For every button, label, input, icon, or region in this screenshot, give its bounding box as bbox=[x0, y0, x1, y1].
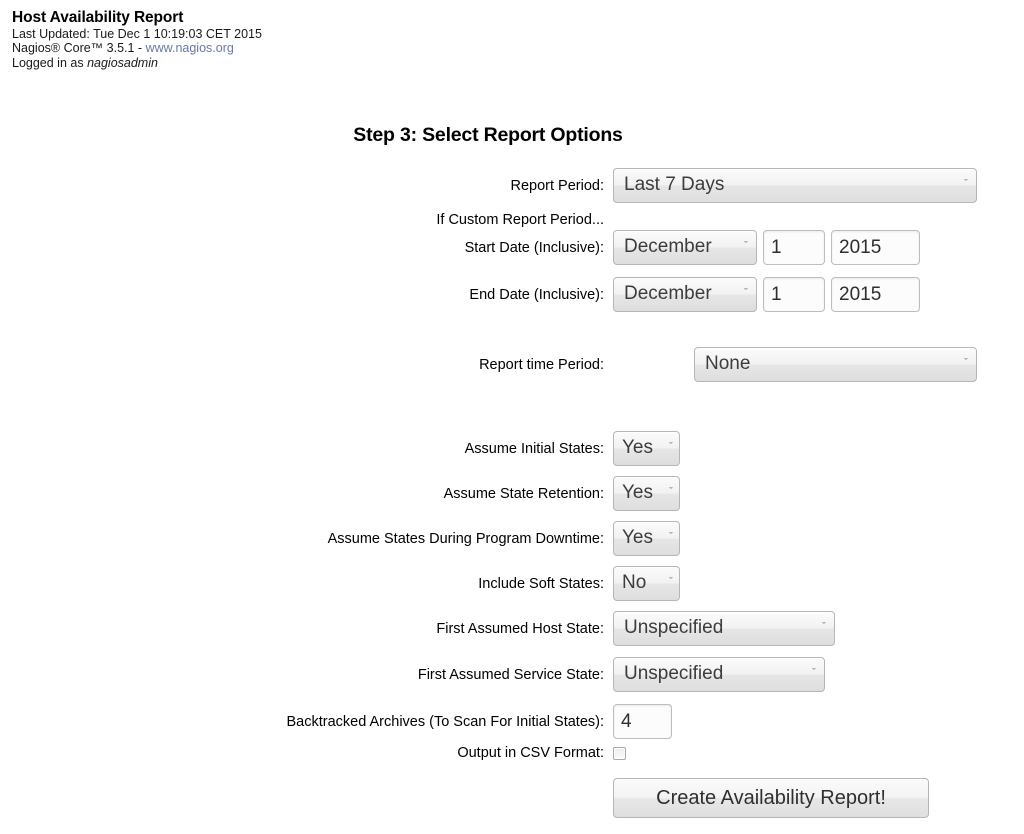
end-date-month-value: December bbox=[624, 284, 712, 304]
report-period-select[interactable]: Last 7 Days ˇ bbox=[613, 168, 977, 203]
end-date-label: End Date (Inclusive): bbox=[469, 286, 604, 303]
report-time-period-label: Report time Period: bbox=[479, 356, 604, 373]
chevron-down-icon: ˇ bbox=[812, 667, 816, 679]
report-time-period-control: None ˇ bbox=[604, 347, 977, 382]
assume-states-during-downtime-select[interactable]: Yes ˇ bbox=[613, 521, 680, 556]
row-custom-period-note: If Custom Report Period... bbox=[0, 212, 1024, 228]
report-options-form: Report Period: Last 7 Days ˇ If Custom R… bbox=[0, 168, 1024, 818]
logged-in-label: Logged in as bbox=[12, 55, 88, 70]
create-availability-report-button[interactable]: Create Availability Report! bbox=[613, 778, 929, 818]
row-first-assumed-service-state: First Assumed Service State: Unspecified… bbox=[0, 657, 1024, 692]
assume-states-during-downtime-value: Yes bbox=[622, 528, 653, 548]
first-assumed-service-state-select[interactable]: Unspecified ˇ bbox=[613, 657, 825, 692]
custom-period-note: If Custom Report Period... bbox=[436, 212, 604, 228]
output-csv-control bbox=[604, 746, 626, 760]
chevron-down-icon: ˇ bbox=[669, 441, 673, 453]
end-date-control: December ˇ bbox=[604, 277, 920, 312]
product-version-text: Nagios® Core™ 3.5.1 - bbox=[12, 41, 146, 56]
logged-in-username: nagiosadmin bbox=[87, 55, 158, 70]
row-start-date: Start Date (Inclusive): December ˇ bbox=[0, 230, 1024, 265]
last-updated-text: Last Updated: Tue Dec 1 10:19:03 CET 201… bbox=[12, 27, 262, 41]
row-first-assumed-host-state: First Assumed Host State: Unspecified ˇ bbox=[0, 611, 1024, 646]
step-title: Step 3: Select Report Options bbox=[353, 124, 623, 146]
assume-state-retention-control: Yes ˇ bbox=[604, 476, 680, 511]
chevron-down-icon: ˇ bbox=[822, 621, 826, 633]
backtracked-archives-label: Backtracked Archives (To Scan For Initia… bbox=[286, 713, 604, 730]
page-title: Host Availability Report bbox=[12, 9, 184, 26]
row-submit: Create Availability Report! bbox=[0, 778, 1024, 818]
report-time-period-value: None bbox=[705, 354, 751, 374]
start-date-month-select[interactable]: December ˇ bbox=[613, 230, 757, 265]
row-include-soft-states: Include Soft States: No ˇ bbox=[0, 566, 1024, 601]
first-assumed-host-state-control: Unspecified ˇ bbox=[604, 611, 835, 646]
start-date-month-value: December bbox=[624, 237, 712, 257]
chevron-down-icon: ˇ bbox=[669, 576, 673, 588]
output-csv-label: Output in CSV Format: bbox=[457, 745, 604, 761]
report-time-period-select[interactable]: None ˇ bbox=[694, 347, 977, 382]
end-date-day-input[interactable] bbox=[763, 277, 825, 312]
include-soft-states-value: No bbox=[622, 573, 647, 593]
report-header: Host Availability Report Last Updated: T… bbox=[12, 9, 262, 70]
row-assume-states-during-downtime: Assume States During Program Downtime: Y… bbox=[0, 521, 1024, 556]
assume-states-during-downtime-control: Yes ˇ bbox=[604, 521, 680, 556]
assume-state-retention-select[interactable]: Yes ˇ bbox=[613, 476, 680, 511]
report-period-label: Report Period: bbox=[510, 177, 605, 194]
row-assume-initial-states: Assume Initial States: Yes ˇ bbox=[0, 431, 1024, 466]
end-date-year-input[interactable] bbox=[831, 277, 920, 312]
first-assumed-service-state-control: Unspecified ˇ bbox=[604, 657, 825, 692]
include-soft-states-label: Include Soft States: bbox=[478, 575, 604, 592]
assume-states-during-downtime-label: Assume States During Program Downtime: bbox=[327, 530, 604, 547]
output-csv-checkbox[interactable] bbox=[613, 746, 626, 760]
nagios-website-link[interactable]: www.nagios.org bbox=[146, 41, 234, 55]
row-report-time-period: Report time Period: None ˇ bbox=[0, 347, 1024, 382]
row-output-csv: Output in CSV Format: bbox=[0, 745, 1024, 761]
chevron-down-icon: ˇ bbox=[744, 240, 748, 252]
assume-state-retention-value: Yes bbox=[622, 483, 653, 503]
backtracked-archives-input[interactable] bbox=[613, 704, 672, 739]
product-version-line: Nagios® Core™ 3.5.1 - www.nagios.org bbox=[12, 41, 262, 55]
row-backtracked-archives: Backtracked Archives (To Scan For Initia… bbox=[0, 704, 1024, 739]
end-date-month-select[interactable]: December ˇ bbox=[613, 277, 757, 312]
row-assume-state-retention: Assume State Retention: Yes ˇ bbox=[0, 476, 1024, 511]
first-assumed-service-state-value: Unspecified bbox=[624, 664, 724, 684]
assume-initial-states-label: Assume Initial States: bbox=[464, 440, 604, 457]
row-report-period: Report Period: Last 7 Days ˇ bbox=[0, 168, 1024, 203]
submit-control: Create Availability Report! bbox=[604, 778, 929, 818]
first-assumed-host-state-value: Unspecified bbox=[624, 618, 724, 638]
assume-initial-states-value: Yes bbox=[622, 438, 653, 458]
first-assumed-service-state-label: First Assumed Service State: bbox=[417, 666, 604, 683]
backtracked-archives-control bbox=[604, 704, 672, 739]
start-date-label: Start Date (Inclusive): bbox=[464, 239, 604, 256]
first-assumed-host-state-select[interactable]: Unspecified ˇ bbox=[613, 611, 835, 646]
first-assumed-host-state-label: First Assumed Host State: bbox=[436, 620, 604, 637]
assume-initial-states-control: Yes ˇ bbox=[604, 431, 680, 466]
logged-in-line: Logged in as nagiosadmin bbox=[12, 56, 262, 70]
chevron-down-icon: ˇ bbox=[669, 486, 673, 498]
chevron-down-icon: ˇ bbox=[744, 287, 748, 299]
include-soft-states-select[interactable]: No ˇ bbox=[613, 566, 680, 601]
include-soft-states-control: No ˇ bbox=[604, 566, 680, 601]
report-period-value: Last 7 Days bbox=[624, 175, 725, 195]
start-date-day-input[interactable] bbox=[763, 230, 825, 265]
assume-state-retention-label: Assume State Retention: bbox=[443, 485, 604, 502]
start-date-control: December ˇ bbox=[604, 230, 920, 265]
start-date-year-input[interactable] bbox=[831, 230, 920, 265]
chevron-down-icon: ˇ bbox=[964, 178, 968, 190]
row-end-date: End Date (Inclusive): December ˇ bbox=[0, 277, 1024, 312]
chevron-down-icon: ˇ bbox=[964, 357, 968, 369]
assume-initial-states-select[interactable]: Yes ˇ bbox=[613, 431, 680, 466]
report-period-control: Last 7 Days ˇ bbox=[604, 168, 977, 203]
chevron-down-icon: ˇ bbox=[669, 531, 673, 543]
